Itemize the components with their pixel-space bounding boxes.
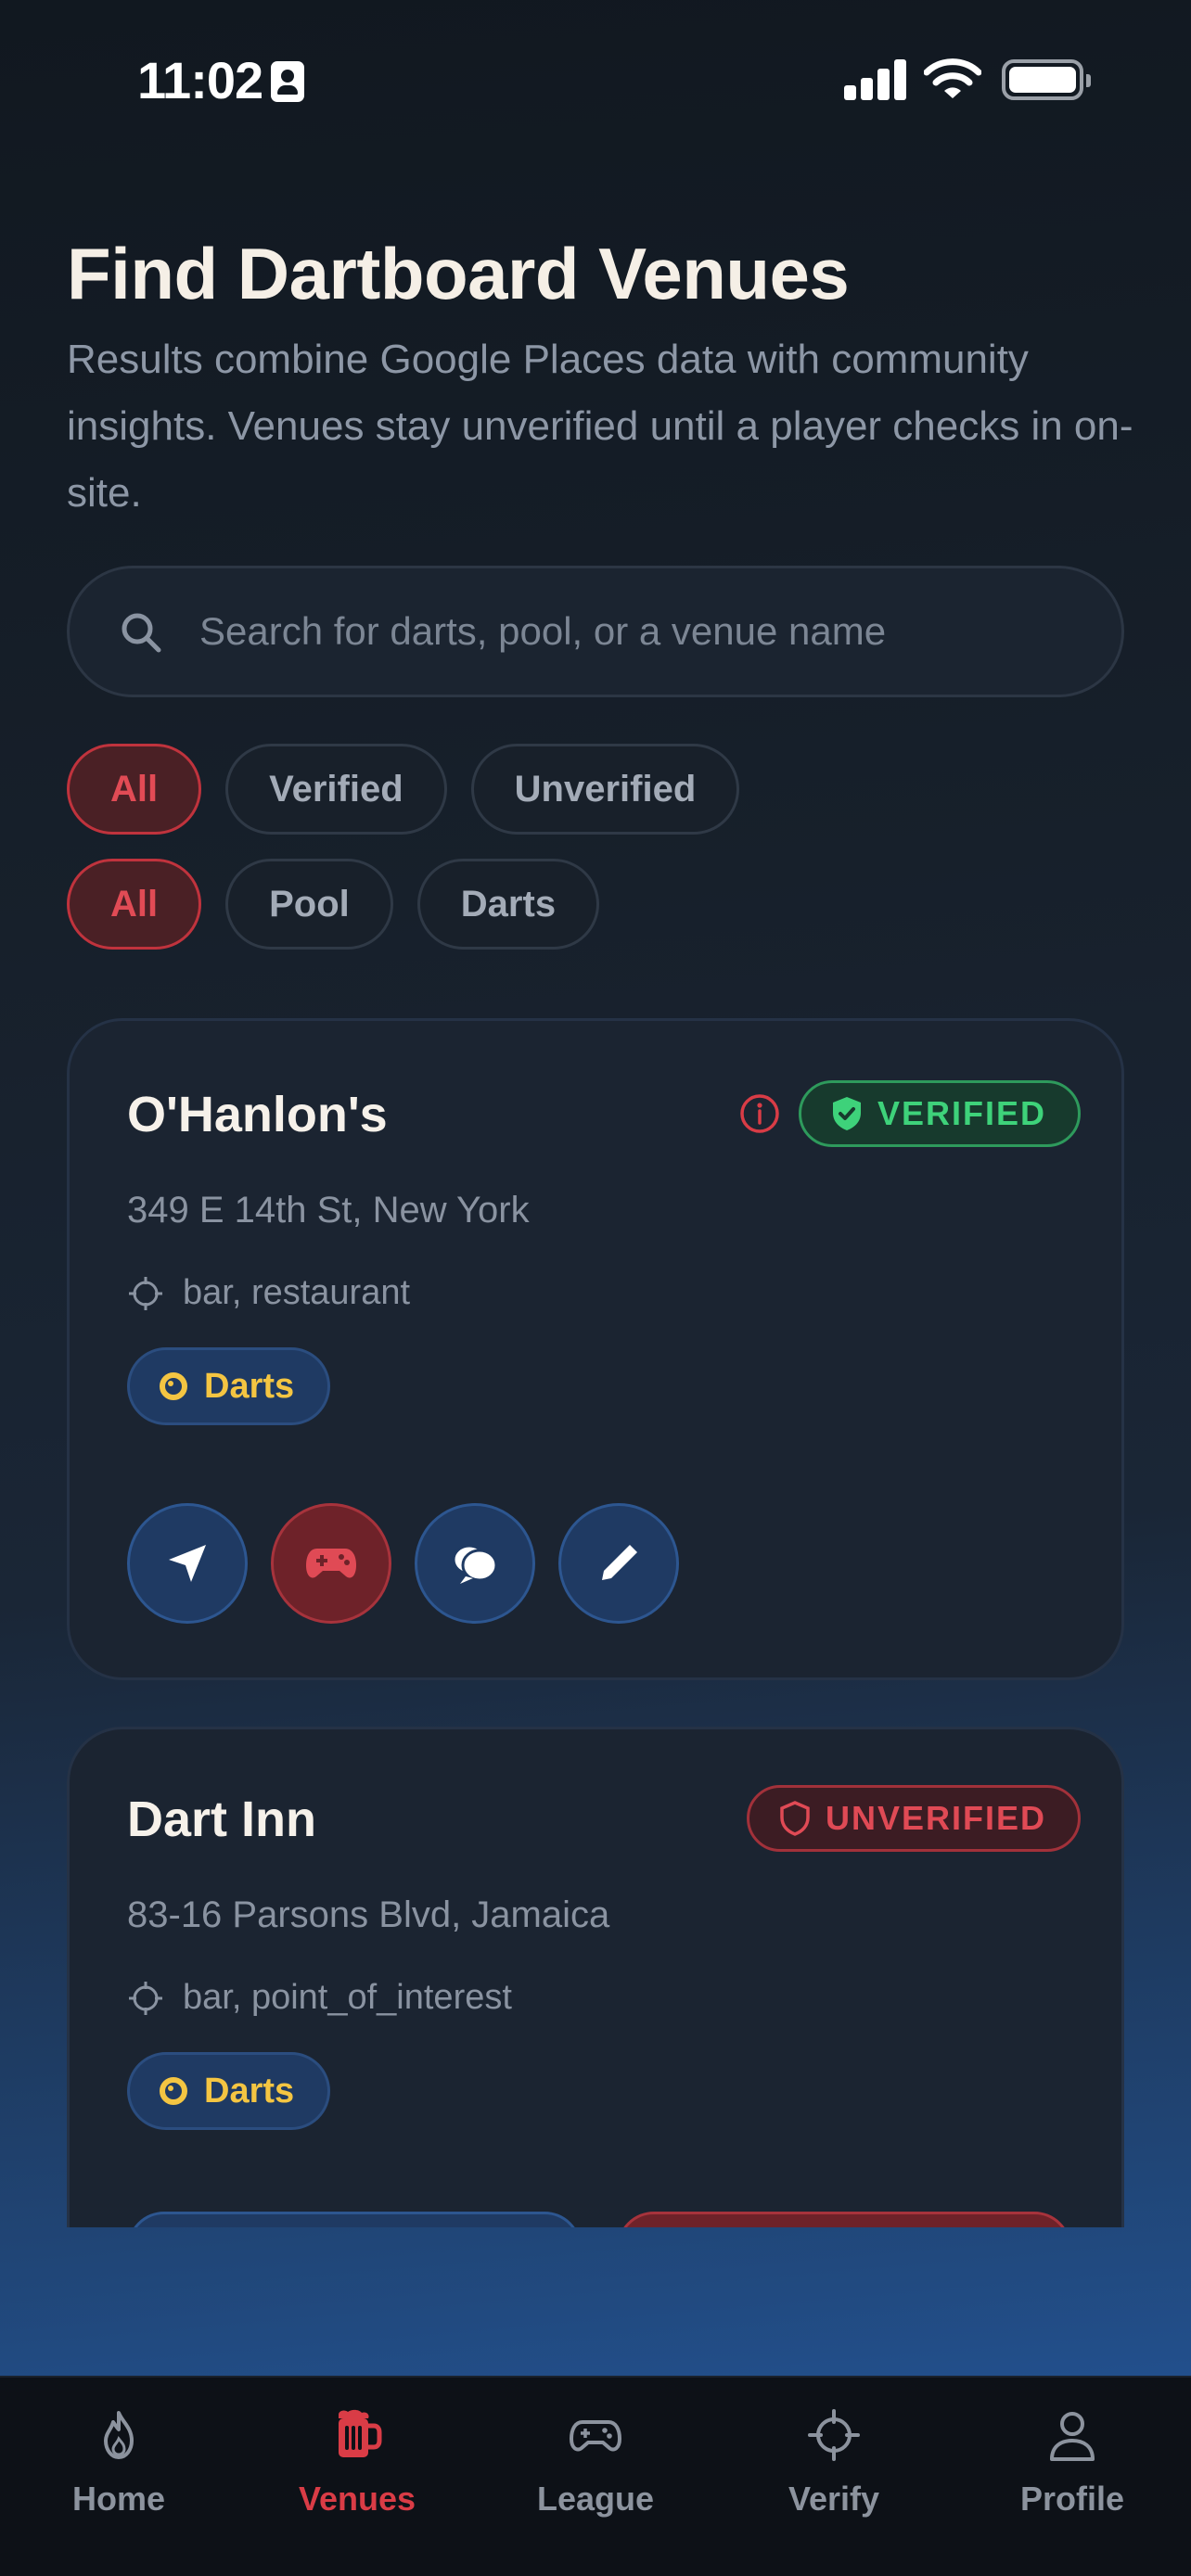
search-input[interactable] <box>199 568 1090 695</box>
bottom-tab-bar: Home Venues League Verify Profile <box>0 2376 1191 2576</box>
tab-verify[interactable]: Verify <box>732 2407 936 2519</box>
unverified-badge: UNVERIFIED <box>747 1785 1082 1852</box>
game-filter: All Pool Darts <box>67 859 600 950</box>
pencil-icon <box>602 1545 637 1580</box>
shield-check-icon <box>833 1097 861 1130</box>
venue-address: 83-16 Parsons Blvd, Jamaica <box>127 1894 610 1935</box>
tab-label: Verify <box>788 2480 880 2518</box>
game-button[interactable] <box>271 1503 391 1624</box>
status-bar: 11:02 <box>0 0 1191 148</box>
signal-icon <box>844 59 907 100</box>
crosshair-icon <box>129 1276 162 1310</box>
secondary-action-button[interactable] <box>617 2212 1071 2227</box>
game-tag: Darts <box>127 1347 331 1425</box>
filter-chip-all-status[interactable]: All <box>67 744 202 835</box>
tab-profile[interactable]: Profile <box>970 2407 1174 2519</box>
filter-chip-unverified[interactable]: Unverified <box>470 744 740 835</box>
venue-address: 349 E 14th St, New York <box>127 1190 530 1231</box>
tab-home[interactable]: Home <box>17 2407 221 2519</box>
dartboard-icon <box>160 1372 187 1400</box>
primary-action-button[interactable] <box>127 2212 582 2227</box>
verified-badge: VERIFIED <box>799 1080 1082 1147</box>
navigation-arrow-icon <box>169 1545 206 1582</box>
venue-card[interactable]: O'Hanlon's VERIFIED 349 E 14th St, New Y… <box>67 1018 1124 1680</box>
filter-chip-pool[interactable]: Pool <box>225 859 393 950</box>
game-tag: Darts <box>127 2052 331 2130</box>
battery-icon <box>1002 59 1091 100</box>
search-icon <box>122 613 161 653</box>
info-icon[interactable] <box>739 1093 780 1134</box>
beer-mug-icon <box>339 2409 382 2457</box>
filter-chip-verified[interactable]: Verified <box>225 744 447 835</box>
gamepad-icon <box>306 1549 356 1578</box>
page-subtitle: Results combine Google Places data with … <box>67 337 1133 516</box>
shield-outline-icon <box>780 1801 810 1836</box>
dartboard-icon <box>160 2077 187 2105</box>
game-tag-label: Darts <box>204 1366 295 1406</box>
venue-types-label: bar, restaurant <box>183 1273 411 1312</box>
contact-card-icon <box>271 61 304 102</box>
tab-label: Profile <box>1019 2480 1125 2518</box>
tab-venues[interactable]: Venues <box>255 2407 459 2519</box>
venue-card[interactable]: Dart Inn UNVERIFIED 83-16 Parsons Blvd, … <box>67 1727 1124 2227</box>
wifi-icon <box>924 58 981 98</box>
venue-types: bar, point_of_interest <box>127 1978 512 2018</box>
filter-chip-darts[interactable]: Darts <box>416 859 600 950</box>
game-tag-label: Darts <box>204 2071 295 2111</box>
venue-name: Dart Inn <box>127 1792 317 1847</box>
page-title: Find Dartboard Venues <box>67 233 850 314</box>
directions-button[interactable] <box>127 1503 248 1624</box>
crosshair-icon <box>129 1981 162 2015</box>
status-badge-label: UNVERIFIED <box>826 1799 1047 1837</box>
tab-league[interactable]: League <box>493 2407 698 2519</box>
search-bar[interactable] <box>67 566 1124 697</box>
venue-types-label: bar, point_of_interest <box>183 1978 512 2017</box>
filter-chip-all-games[interactable]: All <box>67 859 202 950</box>
verification-filter: All Verified Unverified <box>67 744 740 835</box>
status-time: 11:02 <box>137 51 263 109</box>
tab-label: League <box>536 2480 655 2518</box>
crosshair-icon <box>808 2409 860 2461</box>
tab-label: Venues <box>298 2480 416 2518</box>
venue-types: bar, restaurant <box>127 1273 410 1313</box>
chat-button[interactable] <box>415 1503 535 1624</box>
flame-icon <box>104 2411 134 2459</box>
edit-button[interactable] <box>558 1503 679 1624</box>
venue-name: O'Hanlon's <box>127 1087 388 1142</box>
status-badge-label: VERIFIED <box>877 1094 1047 1132</box>
chat-bubbles-icon <box>452 1544 498 1584</box>
person-icon <box>1050 2412 1095 2461</box>
tab-label: Home <box>71 2480 166 2518</box>
gamepad-icon <box>570 2420 621 2452</box>
